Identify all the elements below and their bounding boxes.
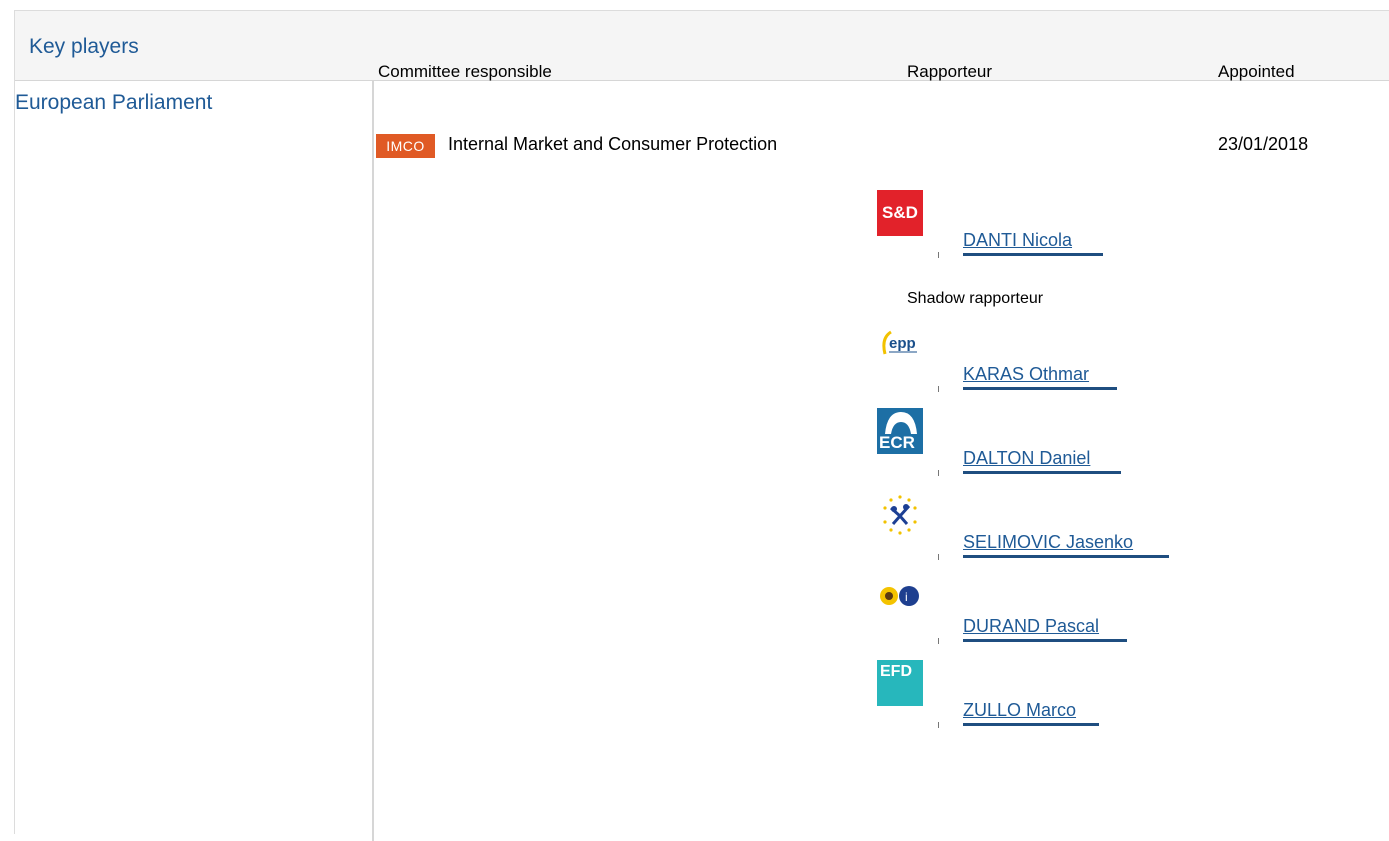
shadow-rapporteur-entry: SELIMOVIC Jasenko	[877, 492, 1197, 564]
shadow-rapporteur-label: Shadow rapporteur	[907, 290, 1044, 307]
section-header: Key players	[15, 11, 1389, 81]
rapporteur-link[interactable]: DANTI Nicola	[963, 230, 1072, 251]
rapporteur-entry: S&D DANTI Nicola	[877, 190, 1197, 262]
shadow-rapporteur-link[interactable]: SELIMOVIC Jasenko	[963, 532, 1133, 553]
shadow-rapporteur-entry: i DURAND Pascal	[877, 576, 1197, 648]
shadow-rapporteur-link[interactable]: ZULLO Marco	[963, 700, 1076, 721]
column-header-rapporteur: Rapporteur	[907, 62, 993, 81]
committee-name: Internal Market and Consumer Protection	[448, 134, 778, 154]
column-header-appointed: Appointed	[1218, 62, 1295, 81]
shadow-rapporteur-link[interactable]: DALTON Daniel	[963, 448, 1090, 469]
appointed-date: 23/01/2018	[1218, 134, 1309, 154]
committee-badge: IMCO	[376, 134, 435, 158]
svg-text:epp: epp	[889, 335, 916, 352]
sd-group-logo: S&D	[877, 190, 923, 236]
institution-name: European Parliament	[15, 91, 213, 114]
efd-group-logo: EFD	[877, 660, 923, 706]
epp-group-logo: epp	[877, 324, 923, 370]
ecr-group-logo: ECR	[877, 408, 923, 454]
svg-text:i: i	[905, 590, 908, 604]
renew-stars-icon	[877, 492, 923, 538]
institution-sidebar: European Parliament	[15, 81, 374, 841]
greens-efa-icon: i	[877, 576, 923, 622]
section-title: Key players	[29, 35, 139, 58]
shadow-rapporteur-entry: EFD ZULLO Marco	[877, 660, 1197, 732]
shadow-rapporteur-entry: ECR DALTON Daniel	[877, 408, 1197, 480]
shadow-rapporteur-link[interactable]: KARAS Othmar	[963, 364, 1089, 385]
shadow-rapporteur-entry: epp KARAS Othmar	[877, 324, 1197, 396]
shadow-rapporteur-link[interactable]: DURAND Pascal	[963, 616, 1099, 637]
column-header-committee: Committee responsible	[378, 62, 552, 81]
